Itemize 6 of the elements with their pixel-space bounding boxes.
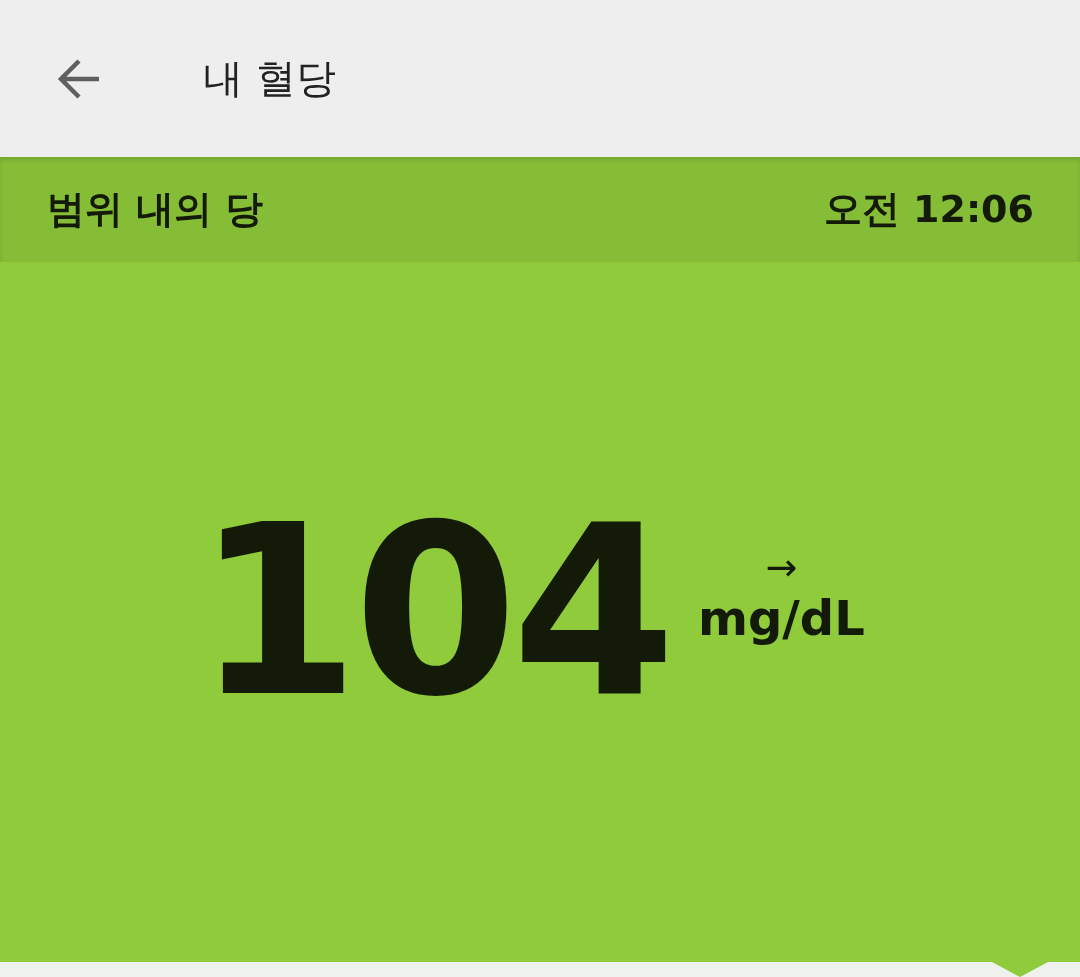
glucose-unit: mg/dL — [697, 590, 865, 646]
range-status-label: 범위 내의 당 — [47, 186, 264, 233]
screen-title: 내 혈당 — [203, 54, 336, 103]
trend-arrow: → — [765, 548, 798, 586]
reading-time: 오전 12:06 — [823, 186, 1034, 233]
glucose-value: 104 — [195, 494, 670, 730]
